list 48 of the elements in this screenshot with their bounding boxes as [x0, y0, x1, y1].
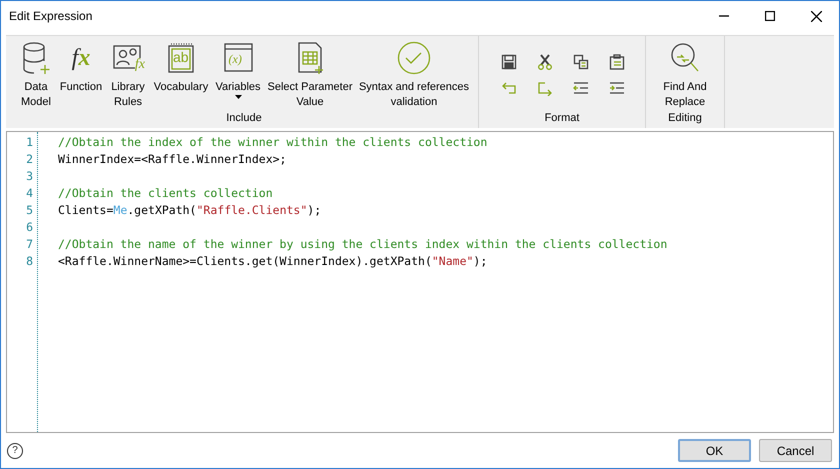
- window-title: Edit Expression: [9, 9, 94, 23]
- undo-icon: [501, 80, 517, 96]
- ribbon-button[interactable]: Find And Replace: [652, 40, 718, 110]
- scissors-icon: [537, 54, 553, 70]
- line-number: 8: [25, 253, 34, 270]
- format-button[interactable]: [607, 52, 627, 72]
- line-number: 2: [25, 151, 34, 168]
- outdent-icon: [573, 80, 589, 96]
- line-number: 7: [25, 236, 34, 253]
- checkmark-circle-icon: [396, 41, 432, 75]
- code-line: //Obtain the index of the winner within the clients collection: [58, 134, 488, 151]
- line-number: 6: [25, 219, 34, 236]
- maximize-icon: [765, 11, 775, 21]
- group-label: Editing: [667, 112, 703, 126]
- redo-icon: [537, 80, 553, 96]
- ribbon-button[interactable]: fx Library Rules: [106, 40, 150, 110]
- ok-button[interactable]: OK: [678, 439, 751, 462]
- search-replace-icon: [669, 42, 701, 74]
- group-label: Format: [544, 112, 580, 126]
- code-line: //Obtain the clients collection: [58, 185, 274, 202]
- ribbon-button[interactable]: Data Model: [16, 40, 56, 110]
- function-icon: fx: [72, 44, 90, 72]
- ribbon-button[interactable]: fx Function: [56, 40, 106, 95]
- group-label: Include: [225, 112, 263, 126]
- copy-icon: [573, 54, 589, 70]
- ribbon-button[interactable]: ab Vocabulary: [150, 40, 212, 95]
- code-line: <Raffle.WinnerName>=Clients.get(WinnerIndex).getXPath("Name");: [58, 253, 488, 270]
- dropdown-caret-icon: [234, 95, 242, 99]
- line-number: 5: [25, 202, 34, 219]
- code-line: WinnerIndex=<Raffle.WinnerIndex>;: [58, 151, 288, 168]
- code-line: //Obtain the name of the winner by using the clients index within the clients collection: [58, 236, 668, 253]
- code-line: Clients=Me.getXPath("Raffle.Clients");: [58, 202, 322, 219]
- line-number: 4: [25, 185, 34, 202]
- format-button[interactable]: [499, 52, 519, 72]
- database-icon: [21, 41, 51, 75]
- indent-icon: [609, 80, 625, 96]
- clipboard-icon: [609, 54, 625, 70]
- line-number: 3: [25, 168, 34, 185]
- ribbon-button[interactable]: (x) Variables: [212, 40, 264, 99]
- help-icon[interactable]: ?: [7, 442, 23, 458]
- line-number: 1: [25, 134, 34, 151]
- ribbon-button[interactable]: Select Parameter Value: [264, 40, 356, 110]
- code-editor[interactable]: [6, 131, 834, 433]
- ribbon-button[interactable]: Syntax and references validation: [356, 40, 472, 110]
- format-button[interactable]: [571, 52, 591, 72]
- format-button[interactable]: [535, 52, 555, 72]
- cancel-button[interactable]: Cancel: [759, 439, 832, 462]
- close-icon: [810, 10, 822, 22]
